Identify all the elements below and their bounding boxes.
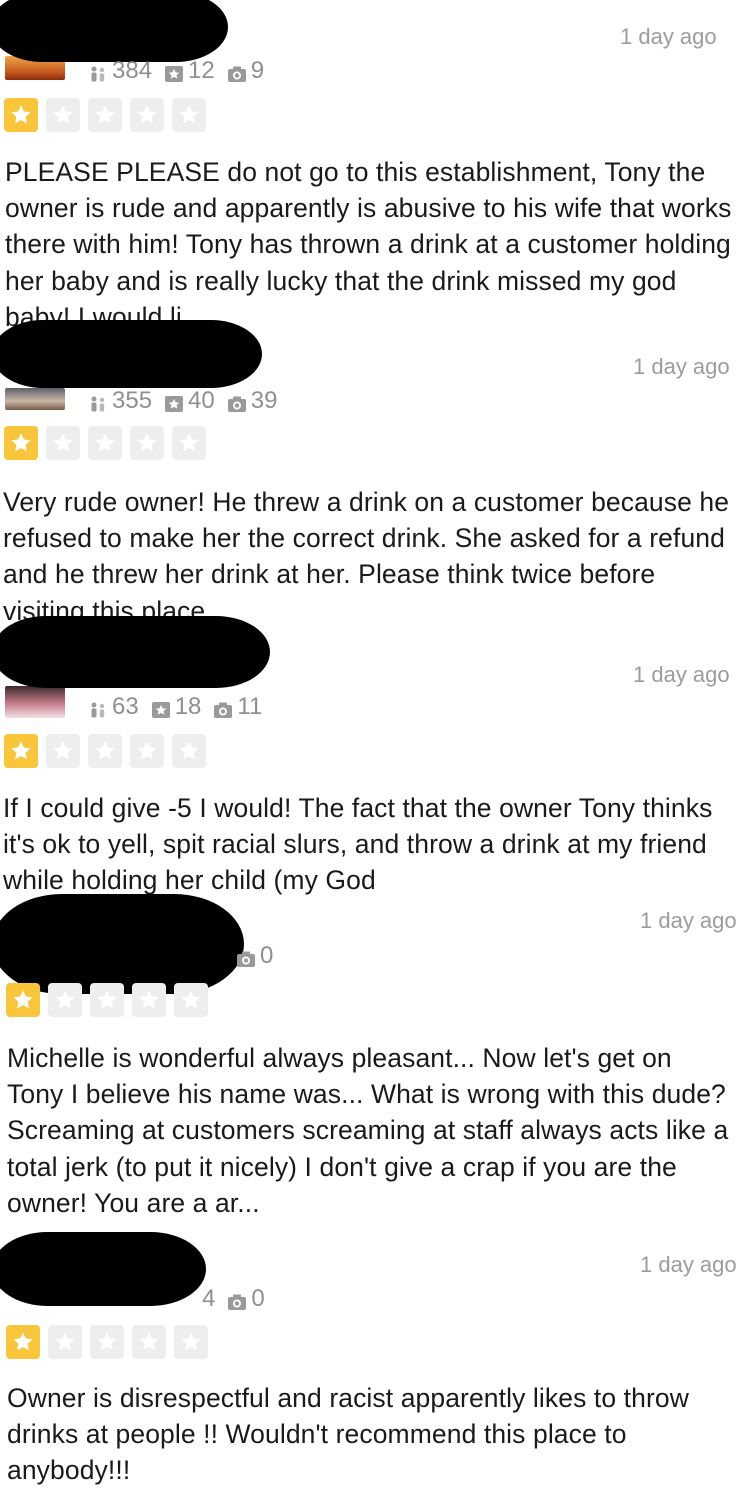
camera-icon: [213, 698, 233, 718]
star-icon: [46, 98, 80, 132]
star-icon: [4, 98, 38, 132]
reviews-count: 40: [188, 387, 215, 414]
review-star-icon: [151, 698, 171, 718]
star-icon: [88, 734, 122, 768]
photos-count: 0: [260, 942, 274, 969]
star-rating: [4, 734, 206, 768]
star-icon: [172, 98, 206, 132]
review-timestamp: 1 day ago: [640, 1252, 737, 1277]
star-rating: [6, 1325, 208, 1359]
star-icon: [90, 983, 124, 1017]
review-card[interactable]: 1 day ago 355 40 39 Very rude owner! He …: [0, 320, 741, 630]
reviewer-stats: 355 40 39: [88, 387, 285, 415]
star-icon: [46, 734, 80, 768]
photos-count: 0: [251, 1285, 265, 1312]
star-icon: [48, 1325, 82, 1359]
friends-count: 384: [112, 57, 153, 84]
redacted-username: [0, 1232, 206, 1306]
review-timestamp: 1 day ago: [640, 908, 737, 933]
reviewer-stats: 384 12 9: [88, 57, 272, 85]
friends-icon: [88, 62, 108, 82]
star-icon: [172, 734, 206, 768]
friends-count: 355: [112, 387, 153, 414]
star-icon: [174, 1325, 208, 1359]
star-rating: [6, 983, 208, 1017]
reviewer-stats: 63 18 11: [88, 693, 270, 721]
star-icon: [132, 1325, 166, 1359]
review-text: Owner is disrespectful and racist appare…: [7, 1383, 689, 1486]
review-timestamp: 1 day ago: [633, 662, 730, 687]
star-rating: [4, 98, 206, 132]
star-icon: [130, 426, 164, 460]
star-rating: [4, 426, 206, 460]
friends-count: 63: [112, 693, 139, 720]
review-card[interactable]: 1 day ago 4 0 Owner is disrespectful and…: [0, 1230, 741, 1500]
star-icon: [6, 1325, 40, 1359]
photos-count: 9: [250, 57, 265, 84]
photos-count: 39: [250, 387, 278, 414]
star-icon: [88, 98, 122, 132]
star-icon: [4, 426, 38, 460]
friends-icon: [88, 698, 108, 718]
reviewer-stats: 0: [236, 942, 281, 970]
star-icon: [90, 1325, 124, 1359]
redacted-username: [0, 894, 244, 994]
star-icon: [172, 426, 206, 460]
reviews-count: 12: [188, 57, 215, 84]
reviewer-avatar[interactable]: [5, 686, 65, 718]
star-icon: [6, 983, 40, 1017]
reviewer-stats: 4 0: [202, 1285, 273, 1313]
camera-icon: [227, 1290, 247, 1310]
redacted-username: [0, 0, 228, 62]
review-timestamp: 1 day ago: [620, 24, 717, 49]
star-icon: [132, 983, 166, 1017]
star-icon: [130, 98, 164, 132]
review-card[interactable]: 1 day ago 63 18 11 If I could give -5 I …: [0, 616, 741, 898]
review-text: Very rude owner! He threw a drink on a c…: [3, 487, 730, 626]
friends-icon: [88, 392, 108, 412]
review-timestamp: 1 day ago: [633, 354, 730, 379]
reviews-count: 18: [174, 693, 202, 720]
photos-count: 11: [237, 693, 263, 720]
star-icon: [4, 734, 38, 768]
review-text: Michelle is wonderful always pleasant...…: [7, 1043, 729, 1218]
review-text: PLEASE PLEASE do not go to this establis…: [5, 157, 732, 332]
redacted-username: [0, 616, 270, 688]
camera-icon: [227, 392, 247, 412]
star-icon: [174, 983, 208, 1017]
review-card[interactable]: 1 day ago 0 Michelle is wonderful always…: [0, 888, 741, 1228]
review-star-icon: [164, 392, 184, 412]
camera-icon: [236, 947, 256, 967]
star-icon: [88, 426, 122, 460]
star-icon: [46, 426, 80, 460]
review-card[interactable]: 1 day ago 384 12 9 PLEASE PLEASE do not …: [0, 0, 741, 340]
review-text: If I could give -5 I would! The fact tha…: [3, 793, 713, 896]
redacted-username: [0, 320, 262, 388]
reviewer-avatar[interactable]: [5, 388, 65, 410]
star-icon: [48, 983, 82, 1017]
star-icon: [130, 734, 164, 768]
camera-icon: [227, 62, 247, 82]
review-star-icon: [164, 62, 184, 82]
reviews-count: 4: [202, 1285, 216, 1312]
